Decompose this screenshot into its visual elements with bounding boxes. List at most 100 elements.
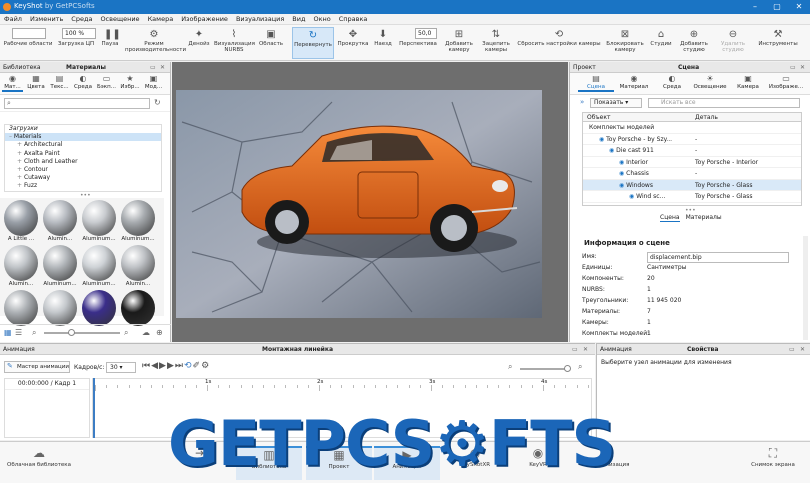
performance-button[interactable]: ⚙ Режим производительности [125, 27, 186, 59]
timeline-zoom-slider[interactable] [520, 368, 570, 370]
material-thumbnail[interactable] [4, 290, 38, 326]
material-thumbnail[interactable] [43, 200, 77, 236]
expand-icon[interactable]: + [17, 166, 24, 173]
library-tab[interactable]: ◐ Среда [73, 74, 94, 90]
tools-button[interactable]: ⚒ Инструменты [756, 27, 800, 59]
scene-tree-row[interactable]: ◉ Chassis - [583, 168, 801, 180]
expand-icon[interactable]: + [17, 150, 24, 157]
library-tree-item[interactable]: + Contour [5, 166, 161, 174]
scene-tree-row[interactable]: ◉ Wind sc... Toy Porsche - Glass [583, 191, 801, 203]
show-dropdown[interactable]: Показать ▾ [590, 98, 642, 108]
material-thumbnail[interactable] [43, 245, 77, 281]
scene-tab[interactable]: ▣ Камера [730, 74, 766, 90]
scene-search-input[interactable]: Искать все [648, 98, 800, 108]
material-thumbnail[interactable] [121, 245, 155, 281]
library-tree-item[interactable]: Загрузки [5, 125, 161, 133]
playhead[interactable] [93, 378, 95, 438]
fps-select[interactable]: 30 ▾ [106, 362, 136, 373]
expand-chevrons-icon[interactable]: » [580, 98, 584, 106]
nurbs-button[interactable]: ⌇ Визуализация NURBS [214, 27, 255, 59]
material-thumbnail[interactable] [82, 290, 116, 326]
pause-button[interactable]: ❚❚ Пауза [98, 27, 122, 59]
project-close-icon[interactable]: ✕ [800, 62, 805, 73]
material-thumbnail[interactable] [121, 200, 155, 236]
delete-studio-button[interactable]: ⊖ Удалить студию [714, 27, 752, 59]
library-tree-item[interactable]: + Fuzz [5, 182, 161, 190]
library-tree-item[interactable]: – Materials [5, 133, 161, 142]
menu-item[interactable]: Файл [0, 14, 26, 25]
expand-icon[interactable]: + [17, 141, 24, 148]
scene-tab[interactable]: ◉ Материал [616, 74, 652, 90]
link-camera-button[interactable]: ⇅ Зацепить камеры [479, 27, 513, 59]
scene-tree-row[interactable]: ◉ Die cast 911- [583, 145, 801, 157]
menu-item[interactable]: Среда [67, 14, 96, 25]
cloud-upload-icon[interactable]: ☁ [142, 328, 150, 337]
timeline-zoom-out-icon[interactable]: ⌕ [508, 362, 512, 372]
add-studio-button[interactable]: ⊕ Добавить студию [678, 27, 710, 59]
library-tab[interactable]: ▤ Текс... [49, 74, 70, 90]
library-tab[interactable]: ▣ Мод... [143, 74, 164, 90]
expand-icon[interactable]: + [17, 174, 24, 181]
list-view-icon[interactable]: ☰ [15, 328, 22, 337]
splitter-dots[interactable]: ••• [685, 207, 696, 214]
timeline-zoom-in-icon[interactable]: ⌕ [578, 362, 582, 372]
add-folder-icon[interactable]: ⊕ [156, 328, 163, 337]
prev-frame-icon[interactable]: ◀ [151, 361, 159, 371]
material-thumbnail[interactable] [82, 200, 116, 236]
render-viewport[interactable] [172, 62, 568, 342]
last-frame-icon[interactable]: ⏭ [175, 361, 184, 371]
library-tree-item[interactable]: + Cloth and Leather [5, 158, 161, 166]
properties-float-icon[interactable]: ▭ [789, 344, 795, 355]
properties-close-icon[interactable]: ✕ [800, 344, 805, 355]
maximize-button[interactable]: ▢ [766, 0, 788, 14]
cpu-button[interactable]: ▤Загрузка ЦП [56, 27, 96, 59]
scene-tab[interactable]: ▤ Сцена [578, 74, 614, 92]
region-button[interactable]: ▣ Область [256, 27, 286, 59]
scene-tree-row[interactable]: ◉ Windows Toy Porsche - Glass [583, 179, 801, 191]
scene-tree-row[interactable]: ◉ Toy Porsche - by Szy... - [583, 134, 801, 145]
scene-tab[interactable]: ◐ Среда [654, 74, 690, 90]
animation-wizard-button[interactable]: Мастер анимации [4, 361, 70, 373]
add-camera-button[interactable]: ⊞ Добавить камеру [441, 27, 477, 59]
lock-camera-button[interactable]: ⊠ Блокировать камеру [603, 27, 647, 59]
library-close-icon[interactable]: ✕ [160, 62, 165, 73]
menu-item[interactable]: Освещение [96, 14, 143, 25]
material-thumbnail[interactable] [4, 245, 38, 281]
grid-view-icon[interactable]: ▦ [4, 328, 12, 337]
material-thumbnail[interactable] [121, 290, 155, 326]
menu-item[interactable]: Изменить [26, 14, 67, 25]
workspace-button[interactable]: ▭Рабочие области [2, 27, 54, 59]
menu-item[interactable]: Окно [309, 14, 334, 25]
next-frame-icon[interactable]: ▶ [167, 361, 175, 371]
anim-close-icon[interactable]: ✕ [583, 344, 588, 355]
pan-button[interactable]: ✥ Прокрутка [336, 27, 370, 59]
material-thumbnail[interactable] [82, 245, 116, 281]
perspective-button[interactable]: ⬚Перспектива [397, 27, 439, 59]
loop-icon[interactable]: ⟲ [184, 361, 193, 371]
expand-icon[interactable]: + [17, 182, 24, 189]
denoise-button[interactable]: ✦ Денойз [186, 27, 212, 59]
scrollbar[interactable] [803, 236, 808, 340]
material-thumbnail[interactable] [43, 290, 77, 326]
zoom-out-icon[interactable]: ⌕ [32, 328, 36, 338]
timeline-zoom-handle[interactable] [564, 365, 571, 372]
scene-subtab[interactable]: Сцена [660, 214, 680, 222]
library-tab[interactable]: ▭ Бэкп... [96, 74, 117, 90]
scene-tab[interactable]: ▭ Изображе... [768, 74, 804, 90]
library-search-input[interactable] [4, 98, 150, 109]
reset-camera-button[interactable]: ⟲ Сбросить настройки камеры [515, 27, 603, 59]
settings-icon[interactable]: ⚙ [201, 361, 210, 371]
library-float-icon[interactable]: ▭ [150, 62, 156, 73]
library-tree-item[interactable]: + Axalta Paint [5, 150, 161, 158]
close-button[interactable]: ✕ [788, 0, 810, 14]
studio-button[interactable]: ⌂ Студии [650, 27, 672, 59]
scene-tab[interactable]: ☀ Освещение [692, 74, 728, 90]
rotate-button[interactable]: ↻ Перевернуть [292, 27, 334, 59]
screenshot-button[interactable]: ⛶ Снимок экрана [742, 446, 804, 480]
refresh-icon[interactable]: ↻ [154, 98, 161, 107]
menu-item[interactable]: Справка [335, 14, 372, 25]
library-tab[interactable]: ▦ Цвета [26, 74, 47, 90]
expand-icon[interactable]: + [17, 158, 24, 165]
scene-tree-row[interactable]: ◉ Interior Toy Porsche - Interior [583, 157, 801, 168]
slider-handle[interactable] [68, 329, 75, 336]
